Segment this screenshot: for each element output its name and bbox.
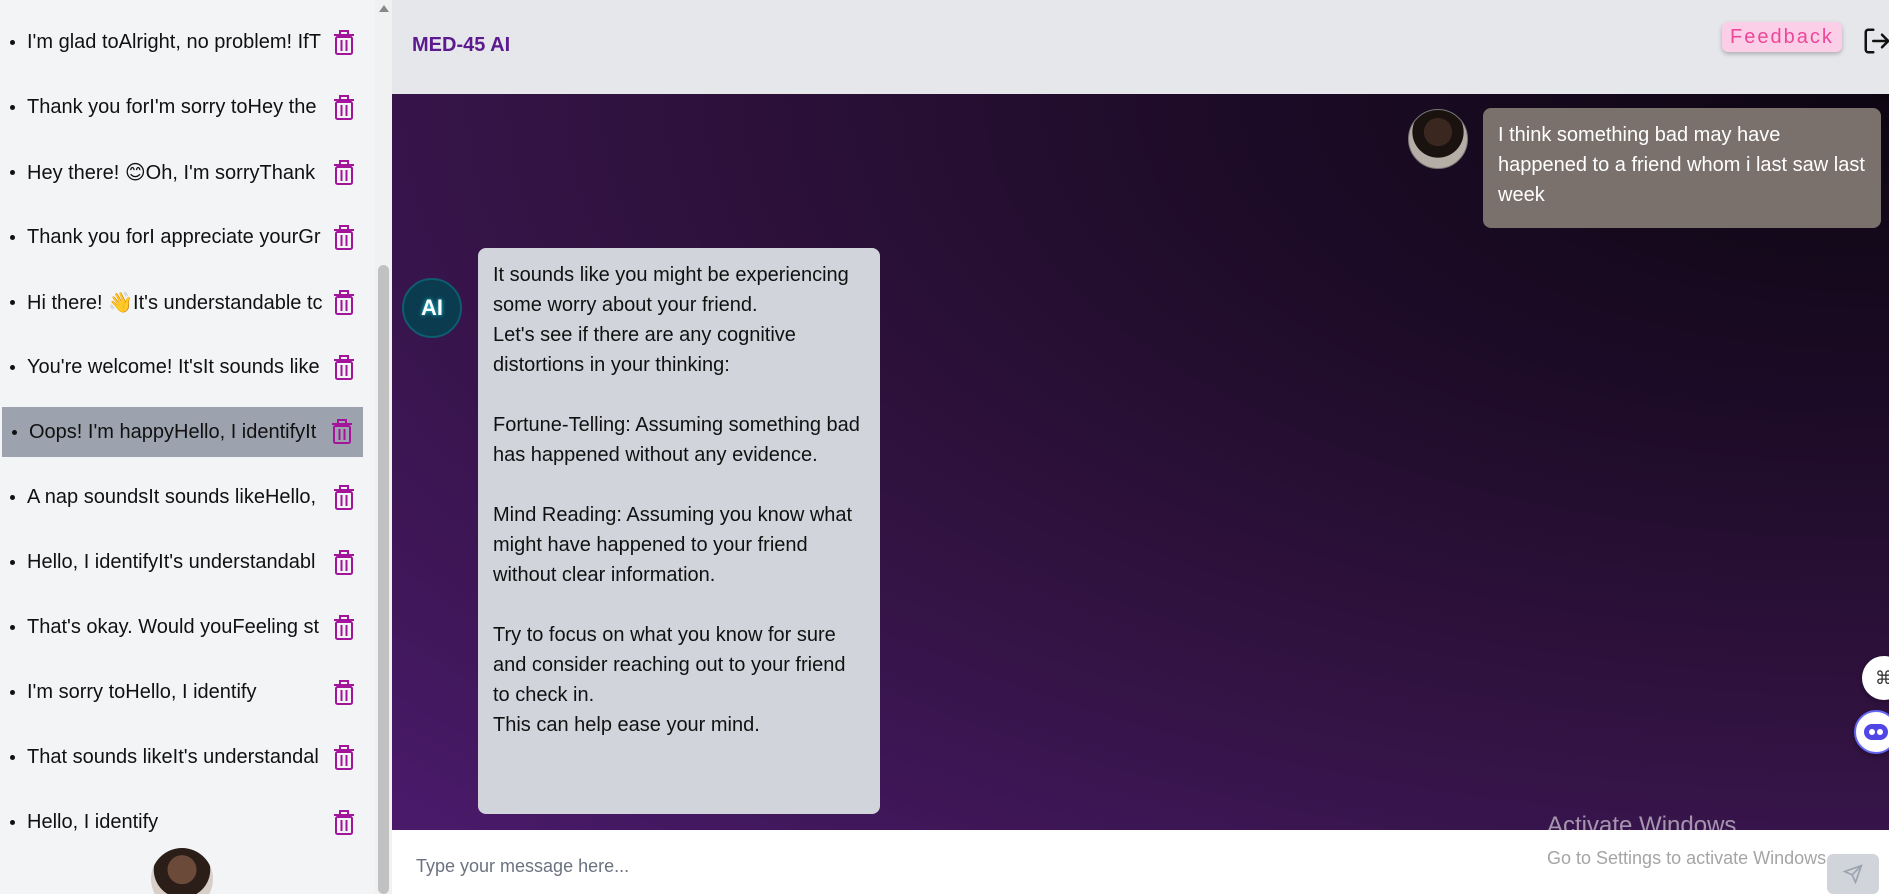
history-item-label: Thank you forI appreciate yourGr [27, 226, 321, 248]
delete-trash-icon[interactable] [333, 224, 355, 251]
history-item[interactable]: Hey there! 😊Oh, I'm sorryThank [0, 140, 365, 205]
delete-trash-icon[interactable] [331, 419, 353, 445]
history-item-label: That's okay. Would youFeeling st [27, 616, 320, 638]
history-item[interactable]: That sounds likeIt's understandal [0, 725, 365, 790]
history-item-label: I'm glad toAlright, no problem! IfT [27, 31, 321, 53]
bullet [10, 105, 15, 110]
delete-trash-icon[interactable] [333, 549, 355, 576]
history-item-label: You're welcome! It'sIt sounds like [27, 356, 320, 378]
history-item-label: Hi there! 👋It's understandable tc [27, 292, 323, 314]
history-item[interactable]: Hi there! 👋It's understandable tc [0, 270, 365, 335]
delete-trash-icon[interactable] [333, 29, 355, 56]
delete-trash-icon[interactable] [333, 289, 355, 316]
ai-avatar: AI [402, 278, 462, 338]
delete-trash-icon[interactable] [333, 354, 355, 381]
sidebar-scrollbar[interactable] [375, 0, 392, 894]
delete-trash-icon[interactable] [333, 744, 355, 771]
windows-activation-title: Activate Windows [1547, 812, 1737, 830]
history-item-label: Hey there! 😊Oh, I'm sorryThank [27, 162, 316, 184]
windows-activation-subtitle: Go to Settings to activate Windows. [1547, 848, 1832, 868]
app-title: MED-45 AI [412, 34, 511, 56]
history-item-label: That sounds likeIt's understandal [27, 746, 319, 768]
history-item-label: Hello, I identify [27, 811, 159, 833]
user-message-bubble: I think something bad may have happened … [1483, 108, 1881, 228]
delete-trash-icon[interactable] [333, 484, 355, 511]
chat-messages-area: I think something bad may have happened … [392, 94, 1889, 830]
user-message-avatar [1408, 109, 1468, 169]
bullet [10, 625, 15, 630]
history-item[interactable]: That's okay. Would youFeeling st [0, 595, 365, 660]
feedback-button[interactable]: Feedback [1722, 22, 1842, 52]
command-icon[interactable]: ⌘ [1862, 656, 1889, 700]
assistant-bot-icon[interactable] [1854, 710, 1889, 754]
delete-trash-icon[interactable] [333, 679, 355, 706]
history-item[interactable]: I'm sorry toHello, I identify [0, 660, 365, 725]
history-item-label: A nap soundsIt sounds likeHello, [27, 486, 317, 508]
scroll-up-arrow-icon[interactable] [379, 5, 389, 12]
message-input-bar: Go to Settings to activate Windows. [392, 830, 1889, 894]
chat-history-sidebar: I'm glad toAlright, no problem! IfT Thank… [0, 0, 375, 894]
history-item[interactable]: Thank you forI'm sorry toHey the [0, 75, 365, 140]
send-icon [1843, 864, 1863, 884]
bullet [10, 300, 15, 305]
bot-face-icon [1864, 724, 1888, 740]
history-item[interactable]: Thank you forI appreciate yourGr [0, 205, 365, 270]
history-item-label: I'm sorry toHello, I identify [27, 681, 257, 703]
history-item[interactable]: Oops! I'm happyHello, I identifyIt [2, 407, 363, 457]
ai-message-bubble: It sounds like you might be experiencing… [478, 248, 880, 814]
top-header: MED-45 AI Feedback [392, 0, 1889, 94]
delete-trash-icon[interactable] [333, 159, 355, 186]
chat-history-list: I'm glad toAlright, no problem! IfT Thank… [0, 10, 365, 855]
message-input[interactable] [416, 852, 1516, 880]
delete-trash-icon[interactable] [333, 94, 355, 121]
bullet [10, 755, 15, 760]
bullet [10, 495, 15, 500]
history-item[interactable]: Hello, I identify [0, 790, 365, 855]
history-item[interactable]: I'm glad toAlright, no problem! IfT [0, 10, 365, 75]
bullet [10, 365, 15, 370]
bullet [10, 170, 15, 175]
bullet [10, 40, 15, 45]
delete-trash-icon[interactable] [333, 809, 355, 836]
bullet [10, 560, 15, 565]
history-item[interactable]: Hello, I identifyIt's understandabl [0, 530, 365, 595]
bullet [12, 429, 17, 435]
bullet [10, 820, 15, 825]
delete-trash-icon[interactable] [333, 614, 355, 641]
history-item-label: Thank you forI'm sorry toHey the [27, 96, 317, 118]
history-item[interactable]: You're welcome! It'sIt sounds like [0, 335, 365, 400]
logout-icon[interactable] [1862, 26, 1889, 56]
scrollbar-thumb[interactable] [378, 265, 389, 894]
send-button[interactable] [1827, 854, 1879, 894]
history-item[interactable]: A nap soundsIt sounds likeHello, [0, 465, 365, 530]
history-item-label: Oops! I'm happyHello, I identifyIt [29, 420, 317, 443]
bullet [10, 690, 15, 695]
bullet [10, 235, 15, 240]
history-item-label: Hello, I identifyIt's understandabl [27, 551, 316, 573]
